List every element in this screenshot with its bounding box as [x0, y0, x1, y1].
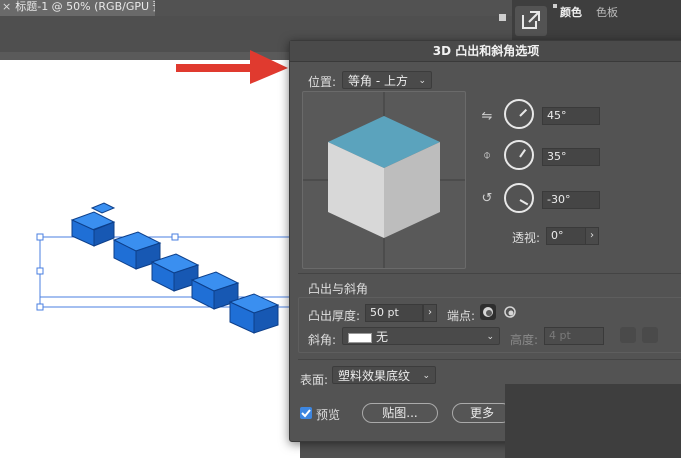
selection-handle[interactable] [36, 267, 44, 275]
position-label: 位置: [308, 75, 337, 89]
more-options-button[interactable]: 更多 [452, 403, 512, 423]
selection-handle[interactable] [36, 303, 44, 311]
window-control-icon[interactable] [499, 14, 506, 21]
tab-swatches[interactable]: 色板 [596, 4, 618, 20]
panel-tab-indicator-icon [553, 4, 557, 8]
cap-on-icon[interactable] [480, 304, 496, 320]
chevron-down-icon: ⌄ [418, 76, 426, 86]
bevel-in-icon[interactable] [642, 327, 658, 343]
red-arrow-annotation [176, 50, 288, 84]
cap-off-icon[interactable] [502, 304, 518, 320]
extrude-section-heading: 凸出与斜角 [308, 282, 369, 296]
checkmark-icon [301, 409, 311, 418]
dialog-title: 3D 凸出和斜角选项 [290, 41, 681, 62]
rotate-y-icon: ⌽ [483, 148, 491, 163]
bevel-height-label: 高度: [510, 333, 539, 347]
separator [298, 273, 681, 274]
bevel-value: 无 [376, 330, 389, 344]
chevron-down-icon: ⌄ [486, 332, 494, 342]
separator [298, 359, 681, 360]
close-tab-icon[interactable]: × [2, 0, 11, 13]
3d-text-artwork[interactable] [30, 200, 310, 350]
rotation-y-dial[interactable] [504, 140, 534, 170]
rotation-z-dial[interactable] [504, 183, 534, 213]
rotate-z-icon: ↺ [481, 191, 493, 206]
position-value: 等角 - 上方 [348, 74, 408, 88]
perspective-input[interactable]: 0° [546, 227, 586, 245]
tab-color[interactable]: 颜色 [560, 4, 582, 20]
rotation-x-input[interactable]: 45° [542, 107, 600, 125]
export-icon[interactable] [520, 9, 542, 31]
extrude-depth-stepper[interactable]: › [423, 304, 437, 322]
rotation-y-input[interactable]: 35° [542, 148, 600, 166]
bevel-dropdown[interactable]: 无 ⌄ [342, 327, 500, 345]
perspective-label: 透视: [512, 231, 541, 245]
selection-handle[interactable] [171, 233, 179, 241]
perspective-stepper[interactable]: › [585, 227, 599, 245]
bevel-label: 斜角: [308, 333, 337, 347]
bevel-out-icon[interactable] [620, 327, 636, 343]
surface-label: 表面: [300, 373, 329, 387]
selection-handle[interactable] [36, 233, 44, 241]
rotation-z-input[interactable]: -30° [542, 191, 600, 209]
preview-label: 预览 [316, 408, 341, 422]
panel-bottom-area [505, 384, 681, 458]
surface-dropdown[interactable]: 塑料效果底纹 ⌄ [332, 366, 436, 384]
rotation-cube[interactable] [303, 92, 465, 268]
rotation-x-dial[interactable] [504, 99, 534, 129]
chevron-down-icon: ⌄ [422, 371, 430, 381]
surface-value: 塑料效果底纹 [338, 369, 411, 383]
map-art-button[interactable]: 贴图... [362, 403, 438, 423]
bevel-swatch-icon [348, 332, 372, 343]
position-dropdown[interactable]: 等角 - 上方 ⌄ [342, 71, 432, 89]
bevel-height-input[interactable]: 4 pt [544, 327, 604, 345]
3d-extrude-bevel-dialog: 3D 凸出和斜角选项 位置: 等角 - 上方 ⌄ ⇋ 45° ⌽ 35° ↺ -… [289, 40, 681, 442]
extruded-letters [70, 202, 280, 334]
extrude-depth-input[interactable]: 50 pt [365, 304, 423, 322]
document-tab[interactable]: × 标题-1 @ 50% (RGB/GPU 预览) [0, 0, 155, 17]
document-tab-title: 标题-1 @ 50% (RGB/GPU 预览) [15, 0, 155, 13]
rotate-x-icon: ⇋ [481, 109, 493, 124]
extrude-depth-label: 凸出厚度: [308, 309, 361, 323]
preview-checkbox[interactable] [300, 407, 312, 419]
rotation-preview-box[interactable] [302, 91, 466, 269]
cap-label: 端点: [447, 309, 476, 323]
